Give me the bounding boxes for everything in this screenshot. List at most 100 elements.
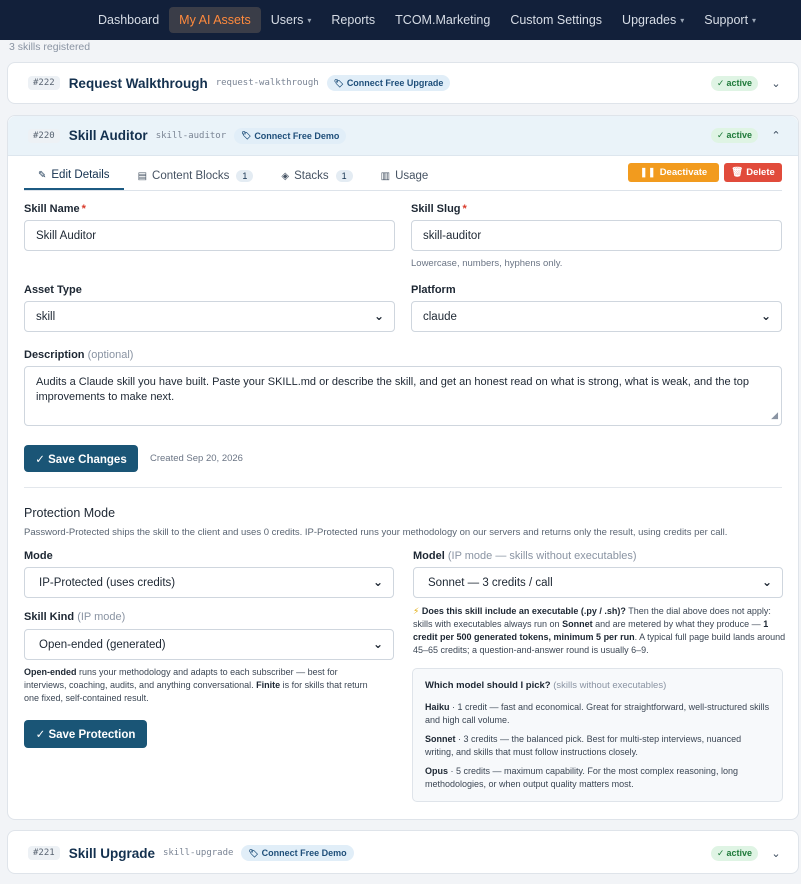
save-changes-button[interactable]: ✓ Save Changes (24, 445, 138, 472)
count-badge: 1 (236, 170, 254, 182)
nav-support[interactable]: Support ▾ (694, 7, 766, 33)
status-badge: ✓ active (710, 845, 758, 861)
model-guide-panel: Which model should I pick? (skills witho… (412, 668, 783, 802)
tag-label: Connect Free Demo (254, 130, 340, 141)
check-icon: ✓ (716, 130, 725, 140)
nav-my-ai-assets[interactable]: My AI Assets (169, 7, 261, 33)
skill-kind-select[interactable]: Open-ended (generated) ⌄ (24, 629, 394, 660)
skill-card-header[interactable]: #221 Skill Upgrade skill-upgrade 🏷 Connec… (8, 831, 798, 875)
chevron-down-icon: ⌄ (372, 575, 383, 589)
nav-tcom-marketing[interactable]: TCOM.Marketing (385, 7, 500, 33)
select-value: Open-ended (generated) (39, 638, 166, 651)
tab-edit-details[interactable]: ✎ Edit Details (24, 162, 124, 190)
platform-select[interactable]: claude ⌄ (411, 301, 782, 332)
chevron-down-icon[interactable]: ⌄ (770, 847, 782, 860)
divider (24, 487, 782, 488)
chevron-up-icon[interactable]: ⌃ (770, 129, 782, 142)
tab-underline (24, 190, 782, 191)
chevron-down-icon: ⌄ (372, 637, 383, 651)
chevron-down-icon: ⌄ (761, 575, 772, 589)
nav-label: Reports (331, 13, 376, 27)
top-navigation: Dashboard My AI Assets Users ▾ Reports TC… (0, 0, 801, 40)
resize-handle-icon[interactable]: ◢ (771, 408, 778, 423)
tab-label: Stacks (294, 170, 329, 182)
status-label: active (726, 847, 752, 858)
skill-card-header[interactable]: #220 Skill Auditor skill-auditor 🏷 Connec… (8, 116, 798, 156)
button-label: Deactivate (659, 167, 708, 178)
deactivate-button[interactable]: ❚❚ Deactivate (628, 163, 719, 182)
nav-label: Users (270, 13, 304, 27)
tag-icon: 🏷 (333, 78, 344, 88)
chevron-down-icon: ▾ (680, 15, 685, 25)
chevron-down-icon: ⌄ (373, 309, 384, 323)
tab-usage[interactable]: ▥ Usage (367, 162, 443, 190)
tab-label: Usage (395, 170, 429, 182)
nav-label: Dashboard (98, 13, 160, 27)
nav-reports[interactable]: Reports (321, 7, 385, 33)
plan-tag: 🏷 Connect Free Demo (241, 845, 354, 861)
chevron-down-icon[interactable]: ⌄ (770, 77, 782, 90)
stack-icon: ◈ (281, 170, 290, 182)
skill-slug-input[interactable]: skill-auditor (411, 220, 782, 251)
status-badge: ✓ active (710, 128, 758, 143)
skill-card-header[interactable]: #222 Request Walkthrough request-walkthr… (8, 63, 798, 103)
mode-select[interactable]: IP-Protected (uses credits) ⌄ (24, 567, 394, 598)
tag-icon: 🏷 (248, 848, 259, 858)
haiku-info: Haiku · 1 credit — fast and economical. … (425, 702, 770, 725)
panel-title: Which model should I pick? (skills witho… (425, 680, 667, 691)
check-icon: ✓ (716, 847, 725, 858)
nav-dashboard[interactable]: Dashboard (88, 7, 169, 33)
slug-help-text: Lowercase, numbers, hyphens only. (411, 258, 563, 269)
nav-upgrades[interactable]: Upgrades ▾ (612, 7, 694, 33)
pencil-icon: ✎ (38, 169, 47, 181)
description-label: Description (optional) (24, 349, 134, 361)
tab-stacks[interactable]: ◈ Stacks 1 (267, 162, 366, 190)
model-label: Model (IP mode — skills without executab… (413, 550, 637, 562)
skill-slug: skill-auditor (155, 130, 227, 141)
skill-card-skill-auditor: #220 Skill Auditor skill-auditor 🏷 Connec… (7, 115, 799, 820)
created-date: Created Sep 20, 2026 (150, 453, 243, 464)
save-protection-button[interactable]: ✓ Save Protection (24, 720, 147, 748)
select-value: Sonnet — 3 credits / call (428, 576, 553, 589)
skill-name-input[interactable]: Skill Auditor (24, 220, 395, 251)
tab-content-blocks[interactable]: ▤ Content Blocks 1 (124, 162, 268, 190)
skill-slug: request-walkthrough (215, 78, 319, 88)
nav-label: Upgrades (622, 13, 677, 27)
select-value: IP-Protected (uses credits) (39, 576, 176, 589)
skill-name-label: Skill Name * (24, 203, 86, 215)
chevron-down-icon: ▾ (752, 15, 757, 25)
skill-kind-help: Open-ended runs your methodology and ada… (24, 667, 368, 703)
textarea-value: Audits a Claude skill you have built. Pa… (36, 376, 749, 403)
button-label: Delete (746, 167, 775, 178)
tag-label: Connect Free Demo (261, 848, 347, 858)
tag-icon: 🏷 (241, 131, 252, 140)
pause-icon: ❚❚ (639, 167, 656, 178)
nav-users[interactable]: Users ▾ (261, 7, 322, 33)
delete-button[interactable]: 🗑 Delete (724, 163, 782, 182)
protection-title: Protection Mode (24, 506, 116, 520)
skill-id-badge: #221 (28, 846, 60, 860)
skill-id-badge: #220 (28, 128, 60, 143)
detail-tabs: ✎ Edit Details ▤ Content Blocks 1 ◈ Stacks 1 … (24, 162, 442, 190)
check-icon: ✓ (716, 77, 725, 88)
nav-custom-settings[interactable]: Custom Settings (500, 7, 612, 33)
status-badge: ✓ active (710, 75, 758, 91)
plan-tag: 🏷 Connect Free Upgrade (326, 75, 451, 91)
lightning-icon: ⚡ (413, 606, 420, 616)
asset-type-label: Asset Type (24, 284, 82, 296)
skill-id-badge: #222 (28, 76, 60, 90)
select-value: skill (36, 310, 56, 323)
document-icon: ▤ (137, 170, 148, 182)
nav-label: TCOM.Marketing (395, 13, 491, 27)
skill-title: Skill Upgrade (68, 845, 155, 861)
trash-icon: 🗑 (731, 167, 744, 178)
model-select[interactable]: Sonnet — 3 credits / call ⌄ (413, 567, 783, 598)
skill-title: Skill Auditor (68, 128, 148, 143)
executable-note: ⚡ Does this skill include an executable … (413, 606, 786, 655)
chevron-down-icon: ▾ (307, 15, 312, 25)
description-textarea[interactable]: Audits a Claude skill you have built. Pa… (24, 366, 782, 426)
protection-description: Password-Protected ships the skill to th… (24, 527, 728, 538)
asset-type-select[interactable]: skill ⌄ (24, 301, 395, 332)
nav-label: My AI Assets (179, 13, 251, 27)
status-label: active (726, 77, 752, 88)
